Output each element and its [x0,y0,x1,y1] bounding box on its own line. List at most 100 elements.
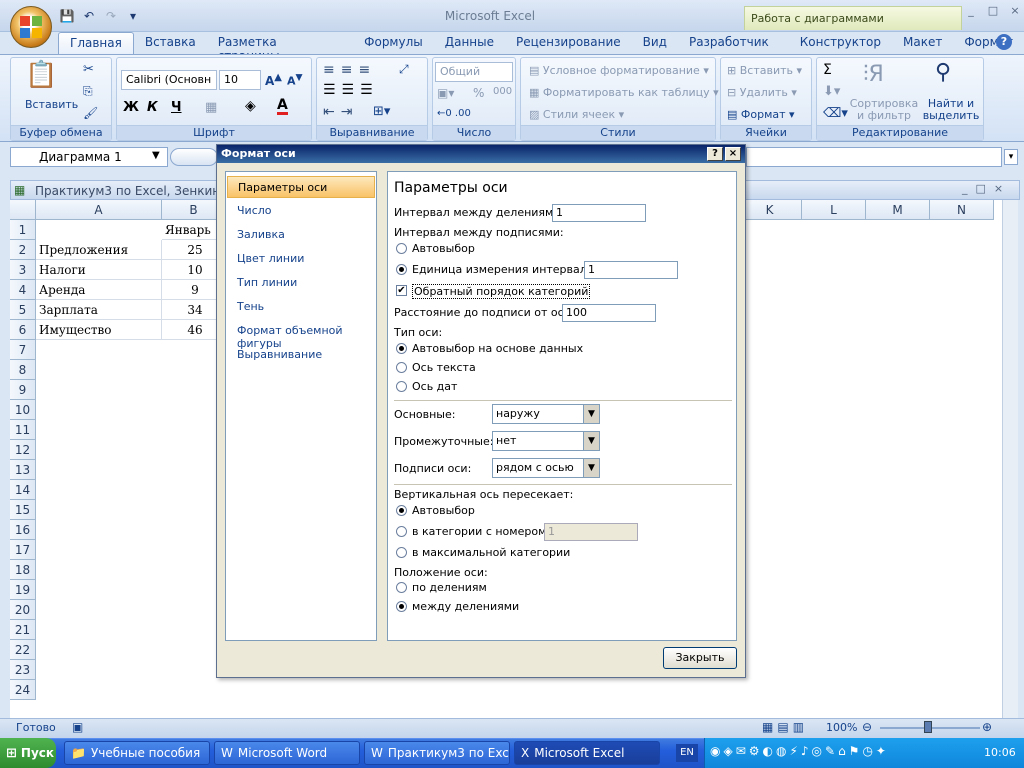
tab-view[interactable]: Вид [632,32,678,54]
row-header[interactable]: 24 [10,680,36,700]
font-size-select[interactable]: 10 [219,70,261,90]
vertical-scrollbar[interactable] [1002,200,1018,718]
expand-formula-bar-icon[interactable]: ▾ [1004,149,1018,165]
select-all-corner[interactable] [10,200,36,220]
tick-interval-input[interactable]: 1 [552,204,646,222]
cell-styles-button[interactable]: ▨ Стили ячеек ▾ [529,108,624,121]
row-header[interactable]: 21 [10,620,36,640]
minimize-button[interactable]: _ [962,4,980,18]
row-header[interactable]: 15 [10,500,36,520]
wb-minimize-icon[interactable]: _ [962,182,968,195]
taskbar-item-practicum[interactable]: W Практикум3 по Excel... [364,741,510,765]
zoom-in-icon[interactable]: ⊕ [982,720,992,734]
fill-color-icon[interactable]: ◈ [245,98,256,114]
normal-view-icon[interactable]: ▦ [762,720,773,734]
tab-developer[interactable]: Разработчик [678,32,780,54]
language-indicator[interactable]: EN [676,744,698,762]
sort-filter-button[interactable]: Сортировка и фильтр [849,98,919,122]
row-header[interactable]: 7 [10,340,36,360]
halign-icons[interactable]: ☰☰☰ [323,82,379,98]
page-layout-view-icon[interactable]: ▤ [777,720,788,734]
axis-type-text-radio[interactable] [396,362,407,373]
indent-icons[interactable]: ⇤⇥ [323,104,358,120]
row-header[interactable]: 16 [10,520,36,540]
major-tick-select[interactable]: наружу ▼ [492,404,600,424]
position-ticks-radio[interactable] [396,582,407,593]
close-button[interactable]: × [1006,4,1024,18]
sort-filter-icon[interactable]: ⫶Я [863,62,884,87]
thousands-button[interactable]: 000 [493,86,512,97]
row-header[interactable]: 20 [10,600,36,620]
tab-design[interactable]: Конструктор [780,32,892,54]
bold-button[interactable]: Ж [123,100,139,115]
row-header[interactable]: 2 [10,240,36,260]
nav-line-color[interactable]: Цвет линии [227,248,375,270]
zoom-out-icon[interactable]: ⊖ [862,720,872,734]
cell-a3[interactable]: Налоги [36,260,162,280]
font-family-select[interactable]: Calibri (Основн [121,70,217,90]
cut-icon[interactable]: ✂ [83,62,94,77]
row-header[interactable]: 1 [10,220,36,240]
dialog-close-button[interactable]: × [725,147,741,161]
cell-a6[interactable]: Имущество [36,320,162,340]
row-header[interactable]: 3 [10,260,36,280]
restore-button[interactable]: □ [984,4,1002,18]
col-header-l[interactable]: L [802,200,866,220]
binoculars-icon[interactable]: ⚲ [935,60,951,85]
fill-icon[interactable]: ⬇▾ [823,84,840,99]
merge-icon[interactable]: ⊞▾ [373,104,390,119]
name-box[interactable]: Диаграмма 1 [10,147,168,167]
tab-insert[interactable]: Вставка [134,32,207,54]
macro-record-icon[interactable]: ▣ [72,720,83,734]
number-format-select[interactable]: Общий [435,62,513,82]
redo-icon[interactable]: ↷ [102,7,120,25]
office-button[interactable] [10,6,52,48]
tab-page-layout[interactable]: Разметка страницы [207,32,353,63]
wb-close-icon[interactable]: × [994,182,1003,195]
col-header-a[interactable]: A [36,200,162,220]
axis-labels-select[interactable]: рядом с осью ▼ [492,458,600,478]
conditional-formatting-button[interactable]: ▤ Условное форматирование ▾ [529,64,709,77]
row-header[interactable]: 5 [10,300,36,320]
dialog-close-action-button[interactable]: Закрыть [663,647,737,669]
zoom-slider-thumb[interactable] [924,721,932,733]
axis-type-date-radio[interactable] [396,381,407,392]
zoom-level[interactable]: 100% [826,721,857,734]
paste-icon[interactable]: 📋 [25,60,61,94]
row-header[interactable]: 17 [10,540,36,560]
taskbar-item-folder[interactable]: 📁 Учебные пособия [64,741,210,765]
format-painter-icon[interactable]: 🖌 [83,106,98,120]
font-color-icon[interactable]: A [277,98,288,115]
valign-icons[interactable]: ≡≡≡ [323,62,376,78]
row-header[interactable]: 19 [10,580,36,600]
axis-type-auto-radio[interactable] [396,343,407,354]
customize-qat-icon[interactable]: ▾ [124,7,142,25]
row-header[interactable]: 13 [10,460,36,480]
cell-a4[interactable]: Аренда [36,280,162,300]
col-header-m[interactable]: M [866,200,930,220]
dialog-help-button[interactable]: ? [707,147,723,161]
label-interval-unit-input[interactable]: 1 [584,261,678,279]
tab-format[interactable]: Формат [953,32,1024,54]
grow-font-icon[interactable]: A▲ [265,72,282,88]
label-interval-auto-radio[interactable] [396,243,407,254]
row-header[interactable]: 12 [10,440,36,460]
row-header[interactable]: 8 [10,360,36,380]
paste-button[interactable]: Вставить [25,98,78,111]
minor-tick-select[interactable]: нет ▼ [492,431,600,451]
currency-icon[interactable]: ▣▾ [437,86,454,100]
name-box-dropdown-icon[interactable]: ▼ [152,150,160,161]
orientation-icon[interactable]: ⤢ [399,62,409,77]
taskbar-item-word[interactable]: W Microsoft Word [214,741,360,765]
save-icon[interactable]: 💾 [58,7,76,25]
wb-restore-icon[interactable]: □ [976,182,986,195]
cross-category-input[interactable]: 1 [544,523,638,541]
format-as-table-button[interactable]: ▦ Форматировать как таблицу ▾ [529,86,719,99]
increase-decimal-icon[interactable]: ←0 .00 [437,108,471,119]
italic-button[interactable]: К [147,100,158,115]
cross-auto-radio[interactable] [396,505,407,516]
tab-formulas[interactable]: Формулы [353,32,434,54]
row-header[interactable]: 11 [10,420,36,440]
tab-review[interactable]: Рецензирование [505,32,632,54]
formula-input[interactable] [746,147,1002,167]
